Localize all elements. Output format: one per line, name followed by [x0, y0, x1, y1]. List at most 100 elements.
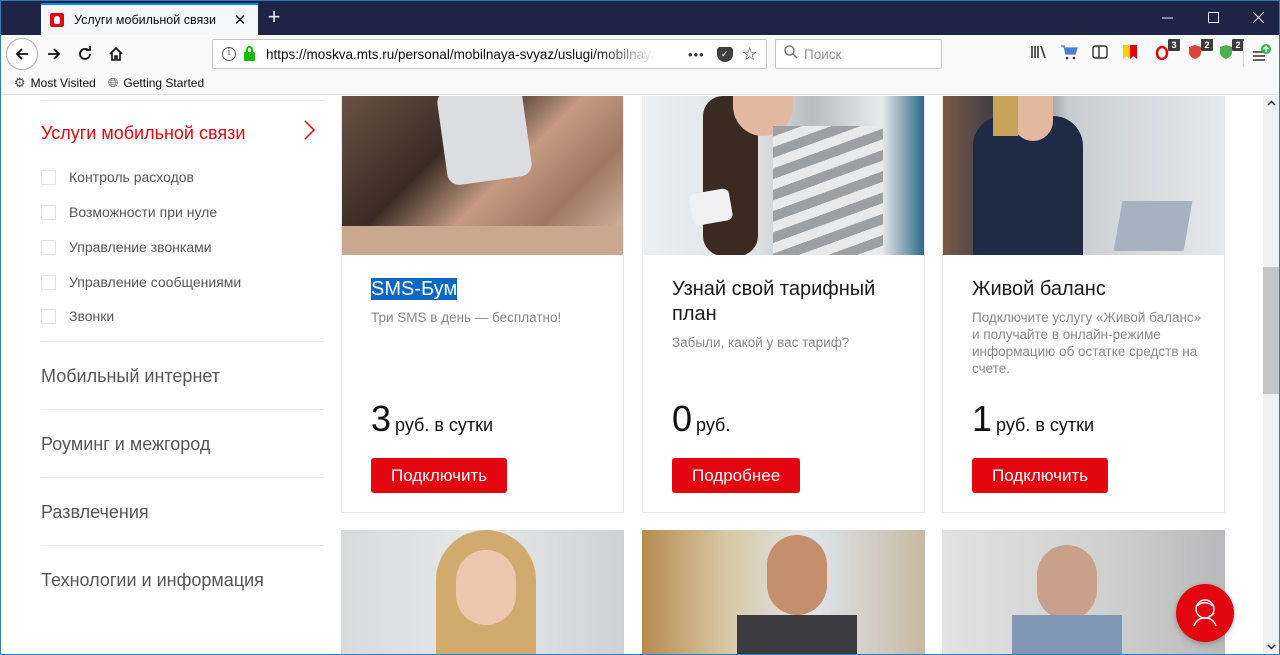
- details-button[interactable]: Подробнее: [672, 458, 801, 493]
- subitem-label: Возможности при нуле: [69, 204, 218, 220]
- minimize-button[interactable]: [1144, 1, 1190, 35]
- address-bar[interactable]: i https://moskva.mts.ru/personal/mobilna…: [212, 39, 767, 69]
- price-unit: руб. в сутки: [996, 415, 1095, 435]
- scrollbar-thumb[interactable]: [1263, 267, 1279, 394]
- sidebar-subitem[interactable]: Звонки: [41, 308, 114, 324]
- card-body: Узнай свой тарифный план Забыли, какой у…: [672, 277, 902, 351]
- opera-badge: 3: [1168, 39, 1180, 51]
- maximize-button[interactable]: [1190, 1, 1236, 35]
- bookmark-label: Getting Started: [123, 76, 205, 90]
- gear-icon: ⚙: [14, 75, 26, 90]
- scroll-down-icon[interactable]: [1263, 642, 1279, 653]
- close-icon: [1252, 11, 1264, 24]
- tab-title: Услуги мобильной связи: [74, 13, 216, 27]
- connect-button[interactable]: Подключить: [972, 458, 1109, 493]
- url-text[interactable]: https://moskva.mts.ru/personal/mobilnaya…: [266, 47, 656, 62]
- card-image-woman-phone: [643, 96, 924, 255]
- connect-button[interactable]: Подключить: [371, 458, 508, 493]
- card-price: 0 руб.: [672, 399, 730, 439]
- subitem-label: Управление сообщениями: [69, 274, 242, 290]
- sidebar-subitem[interactable]: Контроль расходов: [41, 169, 194, 185]
- search-bar[interactable]: [775, 39, 942, 69]
- card-image-man-scarf: [642, 530, 925, 654]
- card-body: Живой баланс Подключите услугу «Живой ба…: [972, 277, 1202, 377]
- bookmark-star-icon[interactable]: ☆: [742, 44, 758, 65]
- card-price: 3 руб. в сутки: [371, 399, 493, 439]
- home-button[interactable]: [101, 39, 131, 69]
- green-shield-extension-icon[interactable]: 2: [1215, 39, 1244, 64]
- price-value: 3: [371, 398, 392, 439]
- support-chat-button[interactable]: [1176, 584, 1234, 642]
- library-icon[interactable]: [1028, 44, 1050, 64]
- sidebar-section-roaming[interactable]: Роуминг и межгород: [41, 434, 324, 455]
- price-unit: руб. в сутки: [395, 415, 494, 435]
- maximize-icon: [1207, 12, 1219, 23]
- home-icon: [109, 46, 123, 61]
- hamburger-menu-icon: [1253, 44, 1271, 61]
- checkbox[interactable]: [41, 169, 56, 185]
- selected-title-text: SMS-Бум: [371, 278, 458, 300]
- close-window-button[interactable]: [1235, 1, 1279, 35]
- bookmark-label: Most Visited: [30, 76, 96, 90]
- card-price: 1 руб. в сутки: [972, 399, 1094, 439]
- vertical-scrollbar[interactable]: [1263, 96, 1279, 654]
- sidebar-toggle-icon[interactable]: [1089, 44, 1111, 64]
- divider: [41, 477, 324, 478]
- checkbox[interactable]: [41, 308, 56, 324]
- back-button[interactable]: [6, 38, 38, 70]
- mts-favicon-icon: [50, 13, 64, 27]
- price-value: 1: [972, 398, 993, 439]
- sidebar-subitem[interactable]: Управление звонками: [41, 239, 212, 255]
- site-info-icon[interactable]: i: [222, 47, 236, 61]
- scroll-up-icon[interactable]: [1263, 98, 1279, 109]
- divider: [41, 100, 324, 101]
- sidebar-active-label: Услуги мобильной связи: [41, 122, 246, 143]
- checkbox[interactable]: [41, 239, 56, 255]
- shopping-cart-icon[interactable]: [1058, 44, 1080, 64]
- subitem-label: Контроль расходов: [69, 169, 194, 185]
- reload-icon: [79, 46, 91, 60]
- divider: [41, 409, 324, 410]
- card-description: Подключите услугу «Живой баланс» и получ…: [972, 310, 1202, 376]
- card-image-hands-phone: [342, 96, 623, 255]
- sidebar-subitem[interactable]: Возможности при нуле: [41, 204, 217, 220]
- checkbox[interactable]: [41, 204, 56, 220]
- checkbox[interactable]: [41, 274, 56, 290]
- red-shield-extension-icon[interactable]: 2: [1184, 39, 1213, 64]
- reload-button[interactable]: [70, 39, 100, 69]
- price-value: 0: [672, 398, 693, 439]
- title-bar: Услуги мобильной связи ✕ +: [1, 1, 1279, 35]
- price-unit: руб.: [696, 415, 731, 435]
- search-input[interactable]: [804, 46, 924, 62]
- browser-window: Услуги мобильной связи ✕ + i https://mos…: [0, 0, 1280, 655]
- card-image-woman-office: [943, 96, 1224, 255]
- pocket-icon[interactable]: ✓: [716, 46, 733, 62]
- sidebar-section-mobile-services[interactable]: Услуги мобильной связи: [41, 120, 324, 146]
- bookmarks-toolbar: ⚙ Most Visited 🌐︎ Getting Started: [1, 73, 1279, 95]
- page-actions-menu[interactable]: •••: [688, 47, 705, 62]
- sidebar-section-technology[interactable]: Технологии и информация: [41, 570, 324, 591]
- subitem-label: Звонки: [69, 308, 115, 324]
- tab-close-icon[interactable]: ✕: [228, 11, 252, 29]
- card-title: SMS-Бум: [371, 277, 601, 302]
- divider: [41, 545, 324, 546]
- bookmark-getting-started[interactable]: 🌐︎ Getting Started: [108, 75, 204, 91]
- sidebar-section-entertainment[interactable]: Развлечения: [41, 502, 324, 523]
- secure-lock-icon: [244, 46, 255, 61]
- sidebar-subitem[interactable]: Управление сообщениями: [41, 274, 241, 290]
- subitem-label: Управление звонками: [69, 239, 212, 255]
- card-image-blonde-woman: [341, 530, 624, 654]
- forward-button[interactable]: [39, 39, 69, 69]
- toolbar-separator: [1243, 41, 1244, 67]
- opera-extension-icon[interactable]: 3: [1151, 39, 1180, 64]
- bookmark-flag-icon[interactable]: [1119, 44, 1141, 64]
- minimize-icon: [1161, 17, 1173, 19]
- bookmark-most-visited[interactable]: ⚙ Most Visited: [14, 75, 96, 91]
- sidebar-section-mobile-internet[interactable]: Мобильный интернет: [41, 366, 324, 387]
- new-tab-button[interactable]: +: [263, 6, 285, 30]
- red-shield-badge: 2: [1201, 39, 1213, 51]
- card-description: Три SMS в день — бесплатно!: [371, 310, 562, 325]
- service-card-sms-boom: SMS-Бум Три SMS в день — бесплатно! 3 ру…: [341, 96, 624, 513]
- menu-button[interactable]: [1251, 44, 1273, 64]
- browser-tab[interactable]: Услуги мобильной связи ✕: [41, 3, 258, 35]
